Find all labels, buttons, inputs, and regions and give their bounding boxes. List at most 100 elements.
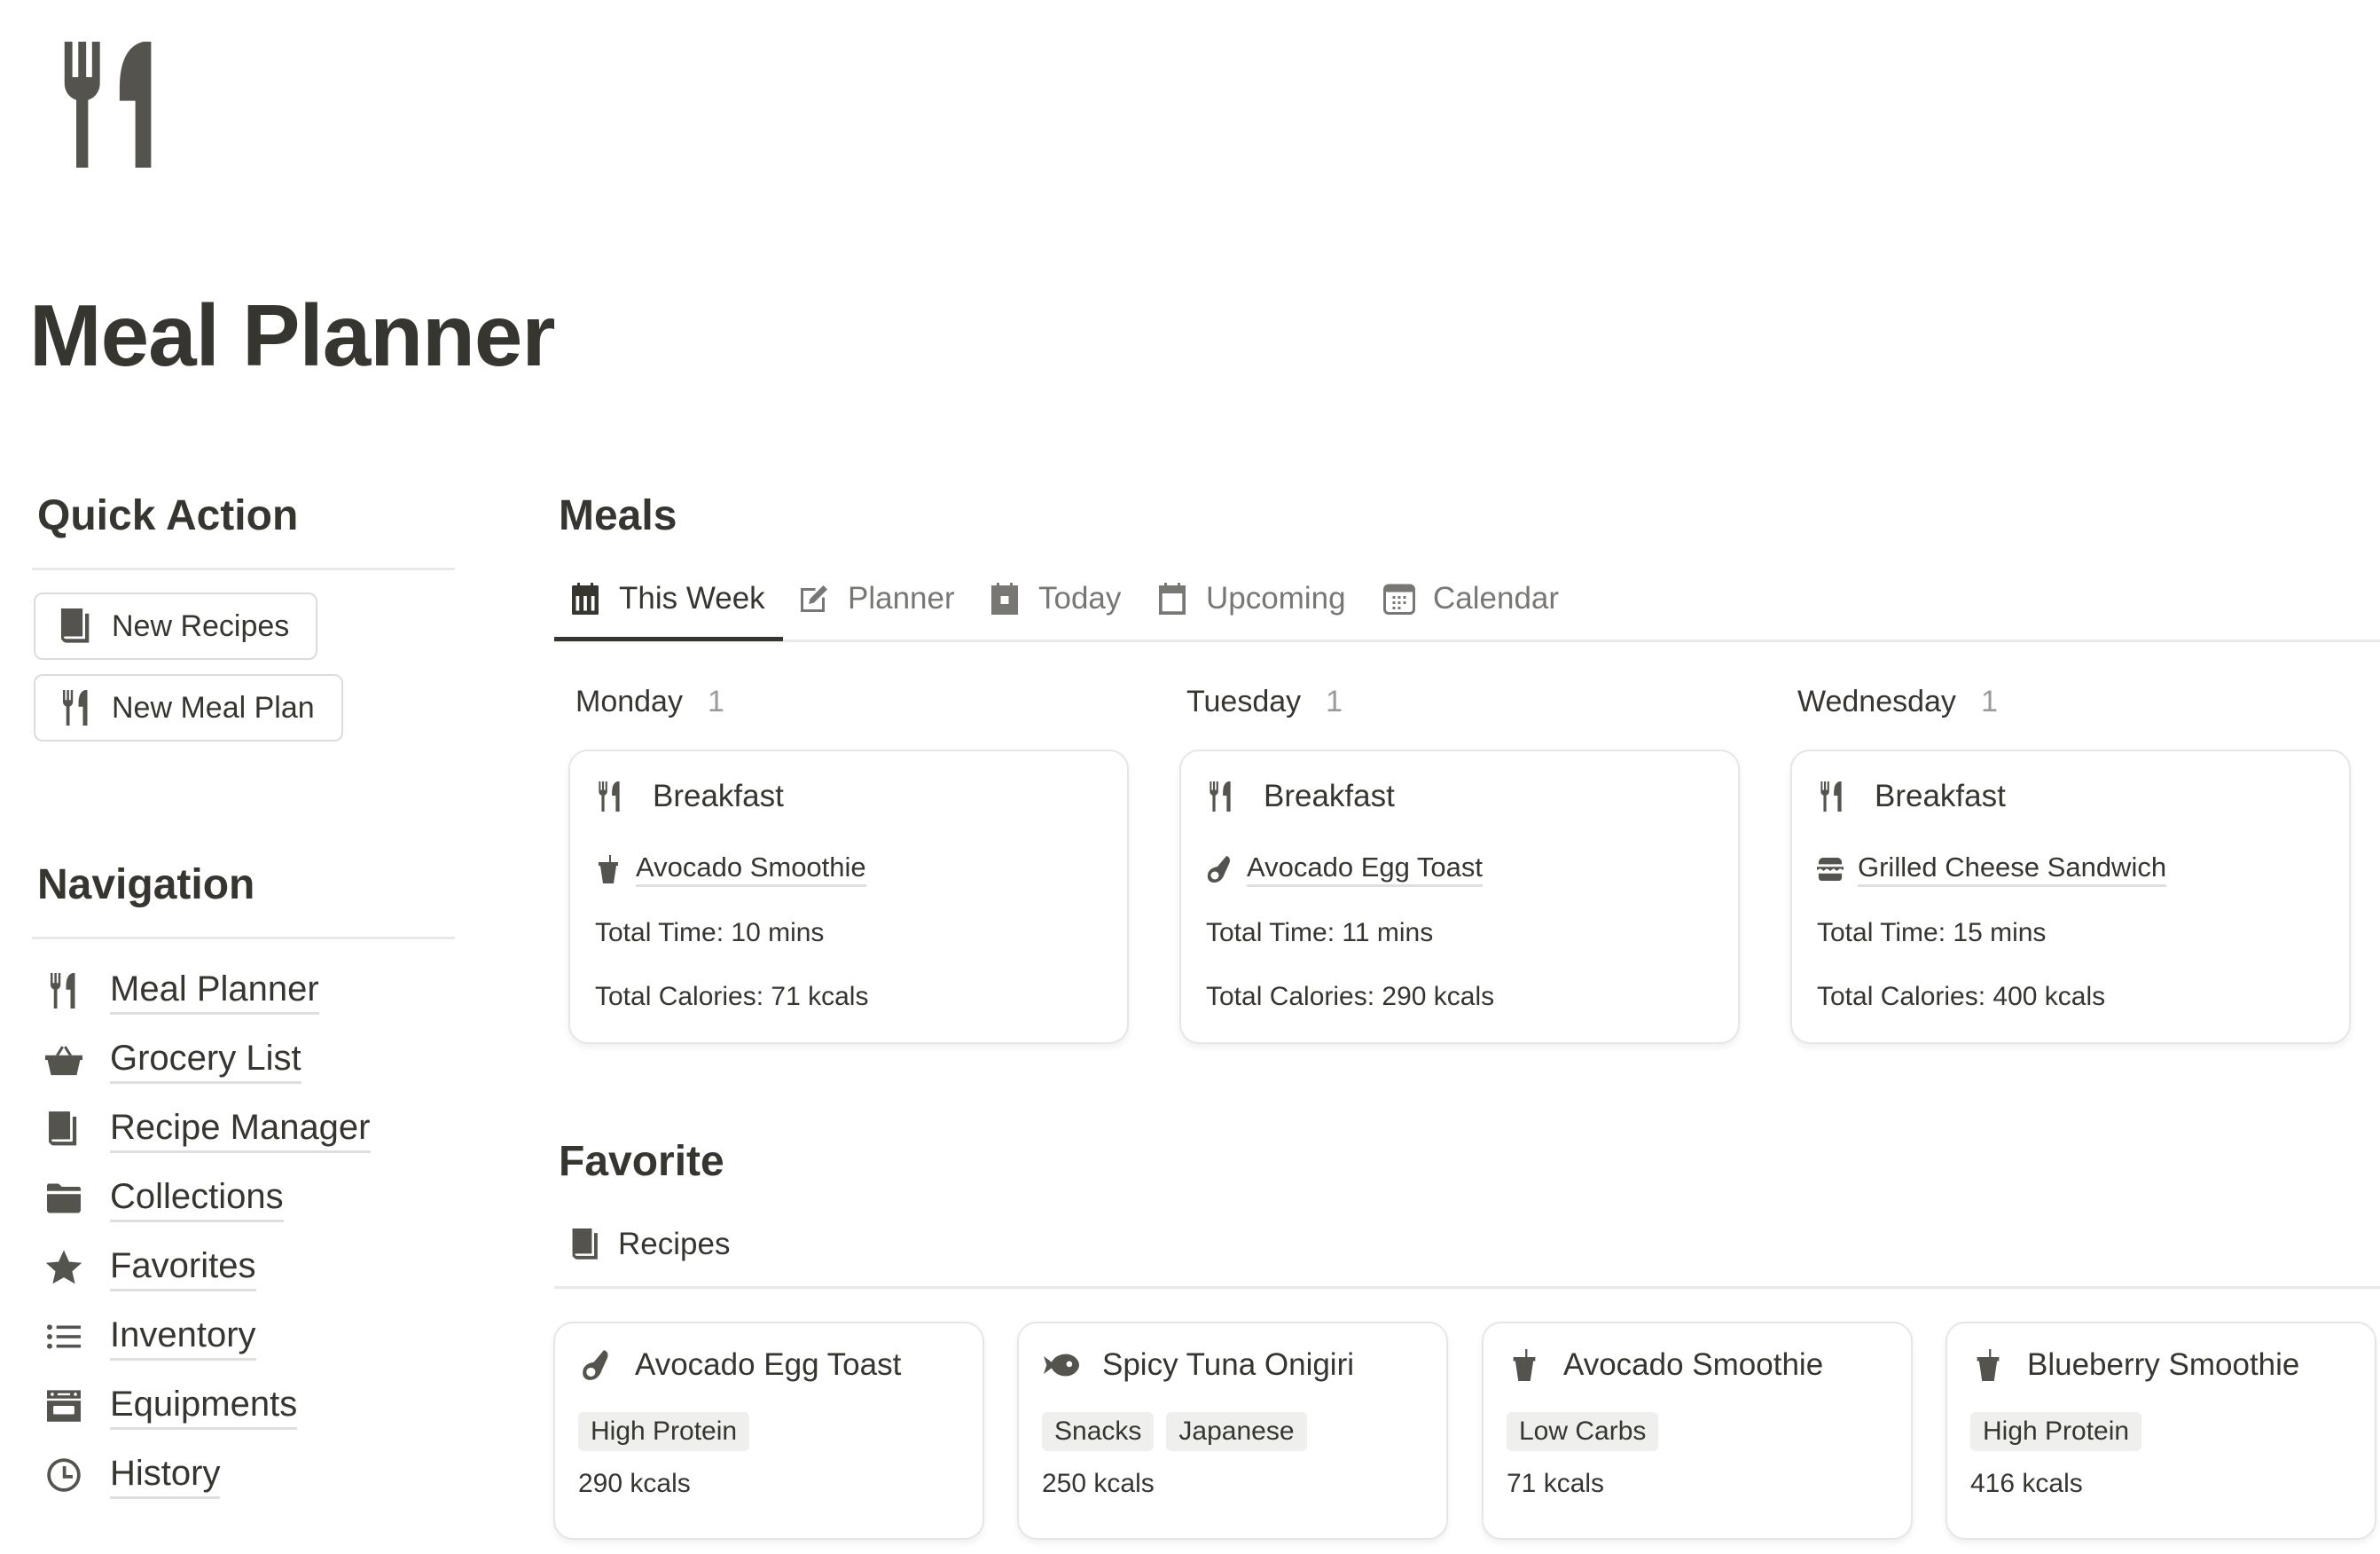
basket-icon: [45, 1043, 82, 1077]
nav-item-equipments[interactable]: Equipments: [0, 1371, 371, 1440]
recipe-kcal: 416 kcals: [1970, 1469, 2083, 1498]
avocado-icon: [580, 1349, 612, 1381]
tabs-divider: [554, 640, 2380, 642]
total-time: Total Time: 11 mins: [1206, 918, 1434, 947]
edit-icon: [798, 583, 830, 615]
fork-knife-icon: [64, 42, 160, 168]
new-recipes-button[interactable]: New Recipes: [34, 593, 318, 660]
day-header-wednesday: Wednesday 1: [1797, 683, 1998, 720]
quick-action-heading: Quick Action: [37, 492, 299, 539]
favorite-heading: Favorite: [559, 1138, 724, 1185]
nav-item-history[interactable]: History: [0, 1440, 371, 1510]
recipe-card[interactable]: Avocado Egg Toast High Protein 290 kcals: [553, 1322, 984, 1540]
nav-item-recipe-manager[interactable]: Recipe Manager: [0, 1095, 371, 1164]
star-icon: [45, 1249, 82, 1286]
meal-type: Breakfast: [1264, 779, 1395, 813]
tab-label: Upcoming: [1206, 581, 1346, 616]
nav-item-label: Favorites: [110, 1244, 256, 1291]
tab-calendar[interactable]: Calendar: [1383, 577, 1559, 621]
nav-item-label: Inventory: [110, 1313, 256, 1361]
tag: Low Carbs: [1507, 1412, 1659, 1451]
recipe-name: Spicy Tuna Onigiri: [1102, 1347, 1355, 1382]
calendar-icon: [1156, 583, 1188, 615]
new-recipes-label: New Recipes: [112, 609, 290, 643]
nav-item-label: Grocery List: [110, 1036, 301, 1084]
tab-label: Calendar: [1433, 581, 1560, 616]
active-tab-indicator: [554, 637, 783, 641]
nav-item-inventory[interactable]: Inventory: [0, 1302, 371, 1371]
recipe-link[interactable]: Avocado Egg Toast: [1247, 851, 1483, 887]
recipe-name: Avocado Egg Toast: [635, 1347, 902, 1382]
recipe-link[interactable]: Avocado Smoothie: [636, 851, 866, 887]
tag: High Protein: [578, 1412, 750, 1451]
tab-label: This Week: [619, 581, 765, 616]
recipe-link[interactable]: Grilled Cheese Sandwich: [1858, 851, 2167, 887]
folder-icon: [47, 1183, 81, 1213]
meal-card[interactable]: Breakfast Grilled Cheese Sandwich Total …: [1790, 750, 2351, 1044]
nav-item-label: Equipments: [110, 1382, 298, 1430]
day-count: 1: [1980, 685, 1998, 718]
quick-action-divider: [32, 568, 455, 570]
meal-card[interactable]: Breakfast Avocado Smoothie Total Time: 1…: [568, 750, 1129, 1044]
day-name: Tuesday: [1186, 685, 1302, 718]
recipe-card[interactable]: Blueberry Smoothie High Protein 416 kcal…: [1945, 1322, 2376, 1540]
tab-today[interactable]: Today: [989, 577, 1121, 621]
recipe-kcal: 71 kcals: [1507, 1469, 1605, 1498]
tag: Snacks: [1042, 1412, 1155, 1451]
book-icon: [60, 608, 92, 644]
page-title: Meal Planner: [29, 286, 556, 384]
recipe-kcal: 250 kcals: [1042, 1469, 1155, 1498]
tab-label: Recipes: [618, 1227, 731, 1261]
drink-icon: [1508, 1349, 1540, 1381]
meal-card[interactable]: Breakfast Avocado Egg Toast Total Time: …: [1179, 750, 1740, 1044]
tab-planner[interactable]: Planner: [798, 577, 955, 621]
nav-item-favorites[interactable]: Favorites: [0, 1233, 371, 1302]
drink-icon: [1972, 1349, 2004, 1381]
tab-label: Today: [1038, 581, 1122, 616]
total-calories: Total Calories: 400 kcals: [1817, 982, 2106, 1011]
calendar-grid-icon: [1383, 583, 1415, 615]
meals-heading: Meals: [559, 492, 677, 539]
recipe-kcal: 290 kcals: [578, 1469, 691, 1498]
nav-item-label: Recipe Manager: [110, 1105, 371, 1153]
calendar-day-icon: [989, 583, 1021, 615]
total-time: Total Time: 10 mins: [595, 918, 825, 947]
fork-knife-icon: [1209, 781, 1233, 812]
navigation-heading: Navigation: [37, 861, 255, 908]
day-header-monday: Monday 1: [575, 683, 724, 720]
tag: Japanese: [1166, 1412, 1307, 1451]
recipe-card[interactable]: Avocado Smoothie Low Carbs 71 kcals: [1482, 1322, 1913, 1540]
oven-icon: [47, 1390, 81, 1422]
recipe-card[interactable]: Spicy Tuna Onigiri Snacks Japanese 250 k…: [1017, 1322, 1448, 1540]
favorite-tabs-divider: [554, 1286, 2380, 1289]
total-calories: Total Calories: 290 kcals: [1206, 982, 1495, 1011]
tab-recipes[interactable]: Recipes: [572, 1222, 730, 1267]
nav-item-meal-planner[interactable]: Meal Planner: [0, 956, 371, 1025]
drink-icon: [595, 855, 622, 883]
page-icon-fork-knife[interactable]: [64, 42, 160, 168]
day-header-tuesday: Tuesday 1: [1186, 683, 1343, 720]
sandwich-icon: [1817, 855, 1844, 883]
recipe-name: Avocado Smoothie: [1563, 1347, 1824, 1382]
recipe-name: Blueberry Smoothie: [2027, 1347, 2300, 1382]
list-icon: [47, 1323, 81, 1350]
new-meal-plan-button[interactable]: New Meal Plan: [34, 674, 343, 742]
nav-item-label: History: [110, 1451, 221, 1499]
meal-type: Breakfast: [653, 779, 784, 813]
fish-icon: [1044, 1349, 1079, 1381]
new-meal-plan-label: New Meal Plan: [112, 691, 315, 725]
navigation-divider: [32, 937, 455, 939]
tag: High Protein: [1970, 1412, 2142, 1451]
avocado-icon: [1206, 855, 1233, 883]
fork-knife-icon: [1820, 781, 1844, 812]
tab-upcoming[interactable]: Upcoming: [1156, 577, 1346, 621]
tab-this-week[interactable]: This Week: [569, 577, 765, 621]
book-icon: [572, 1228, 600, 1260]
nav-item-label: Collections: [110, 1174, 284, 1222]
day-count: 1: [1326, 685, 1343, 718]
meal-type: Breakfast: [1875, 779, 2006, 813]
navigation-list: Meal Planner Grocery List Recipe Manager…: [0, 956, 371, 1510]
nav-item-collections[interactable]: Collections: [0, 1164, 371, 1233]
fork-knife-icon: [51, 973, 77, 1009]
nav-item-grocery-list[interactable]: Grocery List: [0, 1025, 371, 1095]
